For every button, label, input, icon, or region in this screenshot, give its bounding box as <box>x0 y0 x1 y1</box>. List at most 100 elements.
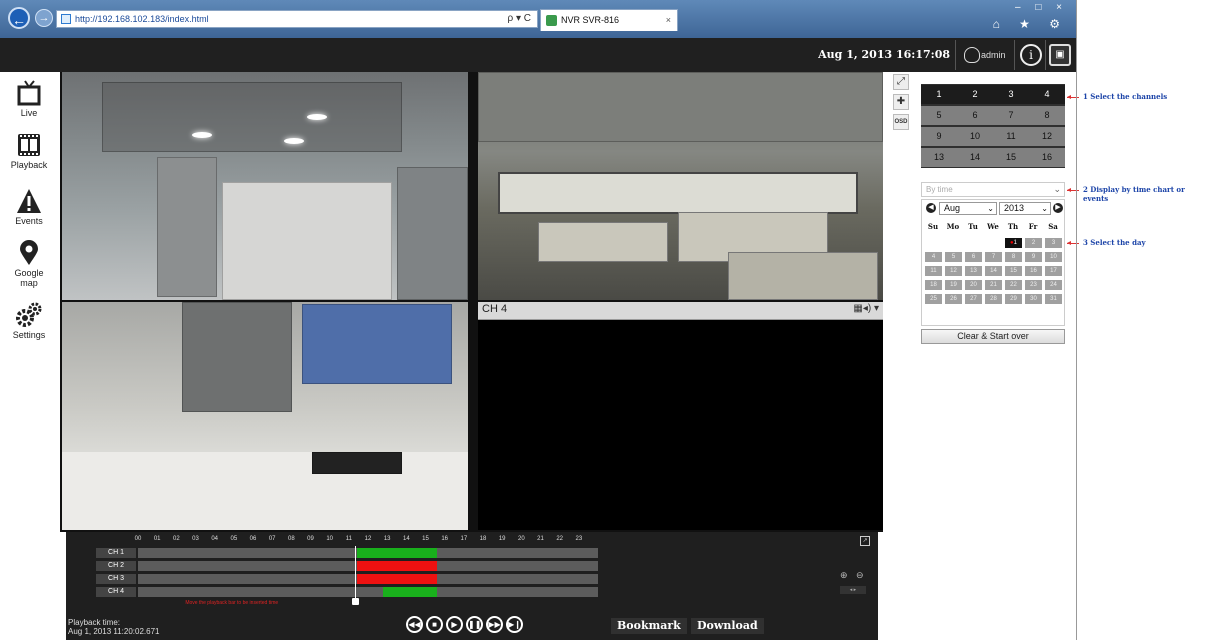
camera-feed-1[interactable] <box>62 72 468 300</box>
calendar-day[interactable]: 30 <box>1025 294 1042 304</box>
camera-feed-3[interactable] <box>62 302 468 530</box>
monitor-icon[interactable]: ▣ <box>1049 44 1071 66</box>
calendar-day[interactable]: 2 <box>1025 238 1042 248</box>
address-bar[interactable]: http://192.168.102.183/index.html ρ ▾ C <box>56 10 538 28</box>
camera-4-audio-icons[interactable]: ▦◂) ▾ <box>853 303 879 314</box>
calendar-day[interactable]: 18 <box>925 280 942 290</box>
channel-button-4[interactable]: 4 <box>1029 85 1065 104</box>
display-mode-select[interactable]: By time ⌄ <box>921 182 1065 197</box>
channel-button-5[interactable]: 5 <box>921 106 957 125</box>
calendar-day[interactable]: 23 <box>1025 280 1042 290</box>
calendar-day[interactable]: ●1 <box>1005 238 1022 248</box>
stop-button[interactable]: ■ <box>426 616 443 633</box>
pause-button[interactable]: ❚❚ <box>466 616 483 633</box>
calendar-day[interactable]: 13 <box>965 266 982 276</box>
playback-cursor[interactable] <box>355 546 357 600</box>
calendar-day[interactable]: 22 <box>1005 280 1022 290</box>
calendar-day[interactable]: 26 <box>945 294 962 304</box>
month-select[interactable]: Aug ⌄ <box>939 202 997 215</box>
browser-tab[interactable]: NVR SVR-816 × <box>540 9 678 31</box>
recording-segment-red[interactable] <box>356 561 437 571</box>
popout-icon[interactable]: ↗ <box>860 536 870 546</box>
timeline-scroll-arrows[interactable]: ◂ ▸ <box>840 586 866 594</box>
home-favorites-settings-icons[interactable]: ⌂ ★ ⚙ <box>993 17 1068 31</box>
timeline-track[interactable] <box>138 574 598 584</box>
nav-settings[interactable]: Settings <box>0 302 58 340</box>
clear-start-over-button[interactable]: Clear & Start over <box>921 329 1065 344</box>
back-button[interactable]: ← <box>8 7 30 29</box>
channel-button-2[interactable]: 2 <box>957 85 993 104</box>
channel-button-3[interactable]: 3 <box>993 85 1029 104</box>
camera-feed-4[interactable]: CH 4 ▦◂) ▾ <box>478 302 883 530</box>
calendar-day[interactable]: 9 <box>1025 252 1042 262</box>
channel-button-11[interactable]: 11 <box>993 127 1029 146</box>
info-icon[interactable]: i <box>1020 44 1042 66</box>
recording-segment-red[interactable] <box>356 574 437 584</box>
calendar-day[interactable]: 20 <box>965 280 982 290</box>
recording-segment-green[interactable] <box>356 548 378 558</box>
channel-button-7[interactable]: 7 <box>993 106 1029 125</box>
calendar-day[interactable]: 5 <box>945 252 962 262</box>
calendar-day[interactable]: 24 <box>1045 280 1062 290</box>
fullscreen-icon[interactable]: ⤢ <box>893 74 909 90</box>
year-select[interactable]: 2013 ⌄ <box>999 202 1051 215</box>
address-search-refresh-icons[interactable]: ρ ▾ C <box>508 11 532 27</box>
zoom-in-icon[interactable]: ⊕ <box>840 570 848 581</box>
tab-close-icon[interactable]: × <box>666 10 671 30</box>
channel-button-1[interactable]: 1 <box>921 85 957 104</box>
play-button[interactable]: ▶ <box>446 616 463 633</box>
recording-segment-green[interactable] <box>383 587 437 597</box>
next-frame-button[interactable]: ▶❙ <box>506 616 523 633</box>
nav-playback[interactable]: Playback <box>0 132 58 170</box>
calendar-day[interactable]: 19 <box>945 280 962 290</box>
zoom-out-icon[interactable]: ⊖ <box>856 570 864 581</box>
timeline-track[interactable] <box>138 587 598 597</box>
calendar-day[interactable]: 12 <box>945 266 962 276</box>
calendar-day[interactable]: 15 <box>1005 266 1022 276</box>
channel-button-6[interactable]: 6 <box>957 106 993 125</box>
calendar-day[interactable]: 16 <box>1025 266 1042 276</box>
rewind-button[interactable]: ◀◀ <box>406 616 423 633</box>
channel-button-16[interactable]: 16 <box>1029 148 1065 167</box>
calendar-day[interactable]: 4 <box>925 252 942 262</box>
recording-segment-green[interactable] <box>377 548 437 558</box>
calendar-day[interactable]: 10 <box>1045 252 1062 262</box>
osd-button[interactable]: OSD <box>893 114 909 130</box>
nav-google-map[interactable]: Google map <box>0 240 58 288</box>
channel-button-14[interactable]: 14 <box>957 148 993 167</box>
channel-button-10[interactable]: 10 <box>957 127 993 146</box>
calendar-day[interactable]: 6 <box>965 252 982 262</box>
calendar-day[interactable]: 17 <box>1045 266 1062 276</box>
user-button[interactable]: admin <box>961 42 1009 68</box>
calendar-day[interactable]: 21 <box>985 280 1002 290</box>
download-button[interactable]: Download <box>691 618 764 634</box>
channel-button-12[interactable]: 12 <box>1029 127 1065 146</box>
next-month-icon[interactable]: ▶ <box>1053 203 1063 213</box>
timeline-track[interactable] <box>138 561 598 571</box>
calendar-day[interactable]: 7 <box>985 252 1002 262</box>
calendar-day[interactable]: 25 <box>925 294 942 304</box>
calendar-day[interactable]: 8 <box>1005 252 1022 262</box>
nav-events[interactable]: Events <box>0 188 58 226</box>
calendar-day[interactable]: 27 <box>965 294 982 304</box>
camera-feed-2[interactable] <box>478 72 883 300</box>
forward-button[interactable]: → <box>35 9 53 27</box>
bookmark-button[interactable]: Bookmark <box>611 618 687 634</box>
timeline-track[interactable] <box>138 548 598 558</box>
channel-button-9[interactable]: 9 <box>921 127 957 146</box>
channel-button-8[interactable]: 8 <box>1029 106 1065 125</box>
calendar-day[interactable]: 11 <box>925 266 942 276</box>
window-controls[interactable]: – □ × <box>1015 2 1068 13</box>
calendar-day[interactable]: 31 <box>1045 294 1062 304</box>
fast-forward-button[interactable]: ▶▶ <box>486 616 503 633</box>
calendar-day[interactable]: 28 <box>985 294 1002 304</box>
playback-cursor-handle[interactable] <box>352 598 360 605</box>
calendar-day[interactable]: 29 <box>1005 294 1022 304</box>
channel-button-15[interactable]: 15 <box>993 148 1029 167</box>
calendar-day[interactable]: 3 <box>1045 238 1062 248</box>
nav-live[interactable]: Live <box>0 80 58 118</box>
ptz-icon[interactable]: ✚ <box>893 94 909 110</box>
calendar-day[interactable]: 14 <box>985 266 1002 276</box>
prev-month-icon[interactable]: ◀ <box>926 203 936 213</box>
channel-button-13[interactable]: 13 <box>921 148 957 167</box>
